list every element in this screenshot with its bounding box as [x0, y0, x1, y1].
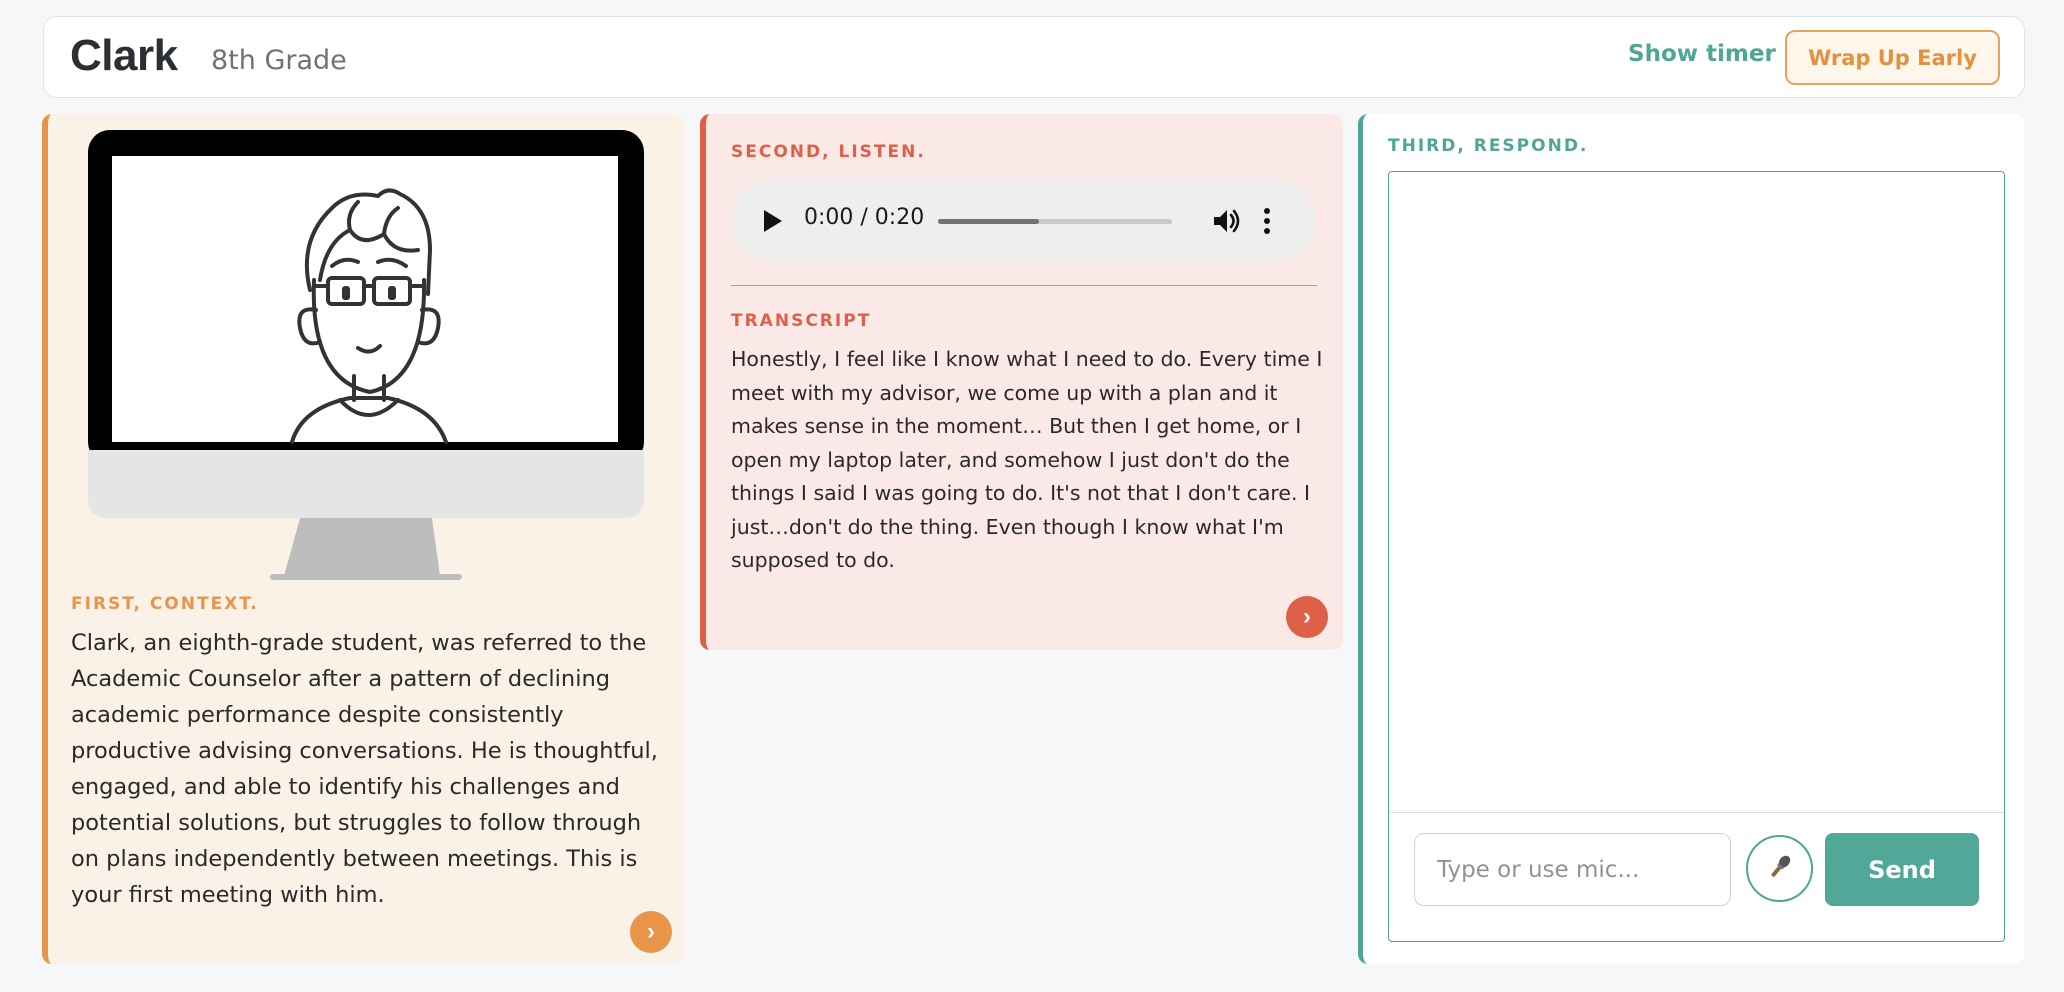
student-video-illustration [88, 130, 644, 580]
microphone-button[interactable] [1746, 835, 1813, 902]
respond-panel: THIRD, RESPOND. Send [1358, 114, 2024, 964]
audio-seek-progress [938, 219, 1039, 224]
context-description: Clark, an eighth-grade student, was refe… [71, 630, 658, 908]
more-vertical-icon[interactable] [1262, 206, 1272, 240]
transcript-label: TRANSCRIPT [731, 311, 872, 331]
microphone-icon [1765, 852, 1795, 885]
message-input[interactable] [1414, 833, 1731, 906]
respond-section-label: THIRD, RESPOND. [1388, 136, 1589, 156]
send-button[interactable]: Send [1825, 833, 1979, 906]
chat-area: Send [1388, 171, 2005, 942]
chat-divider [1389, 812, 2004, 813]
student-grade: 8th Grade [211, 45, 347, 76]
listen-panel: SECOND, LISTEN. 0:00 / 0:20 TRANSCRIPT H… [700, 114, 1343, 650]
student-name: Clark [70, 31, 178, 80]
audio-time-display: 0:00 / 0:20 [804, 205, 925, 230]
listen-next-button[interactable]: › [1286, 596, 1328, 638]
listen-divider [731, 285, 1317, 286]
header-bar: Clark 8th Grade Show timer Wrap Up Early [43, 16, 2025, 98]
show-timer-button[interactable]: Show timer [1628, 41, 1776, 67]
audio-seek-bar[interactable] [938, 219, 1172, 224]
wrap-up-early-button[interactable]: Wrap Up Early [1785, 30, 2000, 85]
volume-icon[interactable] [1211, 206, 1241, 240]
transcript-text: Honestly, I feel like I know what I need… [731, 347, 1323, 572]
audio-player: 0:00 / 0:20 [731, 179, 1316, 262]
play-icon[interactable] [762, 208, 784, 238]
context-panel: FIRST, CONTEXT. Clark, an eighth-grade s… [42, 114, 685, 964]
context-section-label: FIRST, CONTEXT. [71, 594, 259, 614]
context-next-button[interactable]: › [630, 911, 672, 953]
listen-section-label: SECOND, LISTEN. [731, 142, 926, 162]
